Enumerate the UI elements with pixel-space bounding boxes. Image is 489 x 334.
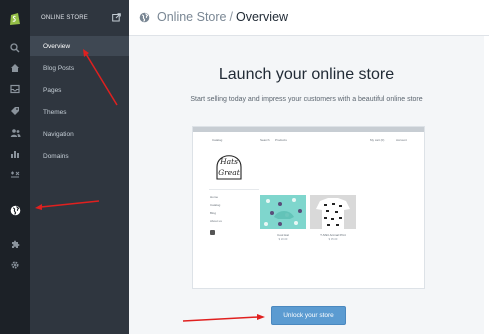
subnav-item-blog-posts[interactable]: Blog Posts (30, 58, 129, 78)
preview-social-icon (210, 230, 215, 235)
orders-icon[interactable] (0, 81, 30, 97)
subnav-item-themes[interactable]: Themes (30, 102, 129, 122)
main-content: Launch your online store Start selling t… (129, 36, 484, 334)
globe-icon (139, 12, 150, 23)
preview-divider (209, 189, 259, 190)
preview-side-link: Blog (210, 211, 217, 215)
subnav-item-overview[interactable]: Overview (30, 36, 129, 56)
reports-icon[interactable] (0, 146, 30, 162)
preview-side-link: Home (210, 195, 219, 199)
preview-top-bar (193, 127, 424, 132)
online-store-icon[interactable] (0, 202, 30, 218)
products-icon[interactable] (0, 103, 30, 119)
hero-subtitle: Start selling today and impress your cus… (190, 96, 423, 103)
subnav-title: ONLINE STORE (41, 15, 88, 21)
preview-side-link: Catalog (210, 203, 221, 207)
hero-title: Launch your online store (218, 66, 395, 83)
page-header: Online Store / Overview (129, 0, 489, 36)
online-store-nav: ONLINE STORE Overview Blog Posts Pages T… (30, 0, 129, 334)
icon-rail (0, 0, 30, 334)
product-price: $ 35.00 (328, 238, 338, 241)
product-image-cool-hat (260, 195, 306, 229)
breadcrumb-online-store[interactable]: Online Store (157, 10, 226, 24)
preview-nav-search: Search (260, 138, 270, 142)
preview-nav-cart: My cart (0) (370, 138, 385, 142)
customers-icon[interactable] (0, 125, 30, 141)
preview-nav-catalog: Catalog (212, 138, 223, 142)
subnav-item-pages[interactable]: Pages (30, 80, 129, 100)
home-icon[interactable] (0, 60, 30, 76)
store-preview-image: Catalog Search Products My cart (0) Acco… (192, 126, 425, 289)
preview-nav-account: Account (396, 138, 407, 142)
svg-text:Great: Great (218, 168, 240, 177)
shopify-logo-icon[interactable] (0, 7, 30, 29)
preview-nav-products: Products (275, 138, 287, 142)
discounts-icon[interactable] (0, 168, 30, 184)
product-name: Cool Hat (277, 233, 289, 237)
unlock-store-button[interactable]: Unlock your store (271, 306, 346, 325)
page-title: Overview (235, 10, 289, 24)
subnav-item-navigation[interactable]: Navigation (30, 124, 129, 144)
hats-great-logo: Hats Great (216, 155, 242, 180)
svg-text:Hats: Hats (219, 157, 238, 166)
apps-icon[interactable] (0, 236, 30, 252)
breadcrumb: Online Store / Overview (157, 10, 288, 24)
breadcrumb-separator: / (229, 10, 233, 24)
subnav-item-domains[interactable]: Domains (30, 146, 129, 166)
preview-side-link: About us (210, 219, 222, 223)
search-icon[interactable] (0, 40, 30, 56)
app-window: ONLINE STORE Overview Blog Posts Pages T… (0, 0, 489, 334)
product-image-tshirt (310, 195, 356, 229)
settings-icon[interactable] (0, 257, 30, 273)
product-name: T-Shirt Animal Print (320, 233, 346, 237)
external-link-icon[interactable] (112, 13, 121, 22)
product-price: $ 20.00 (278, 238, 288, 241)
